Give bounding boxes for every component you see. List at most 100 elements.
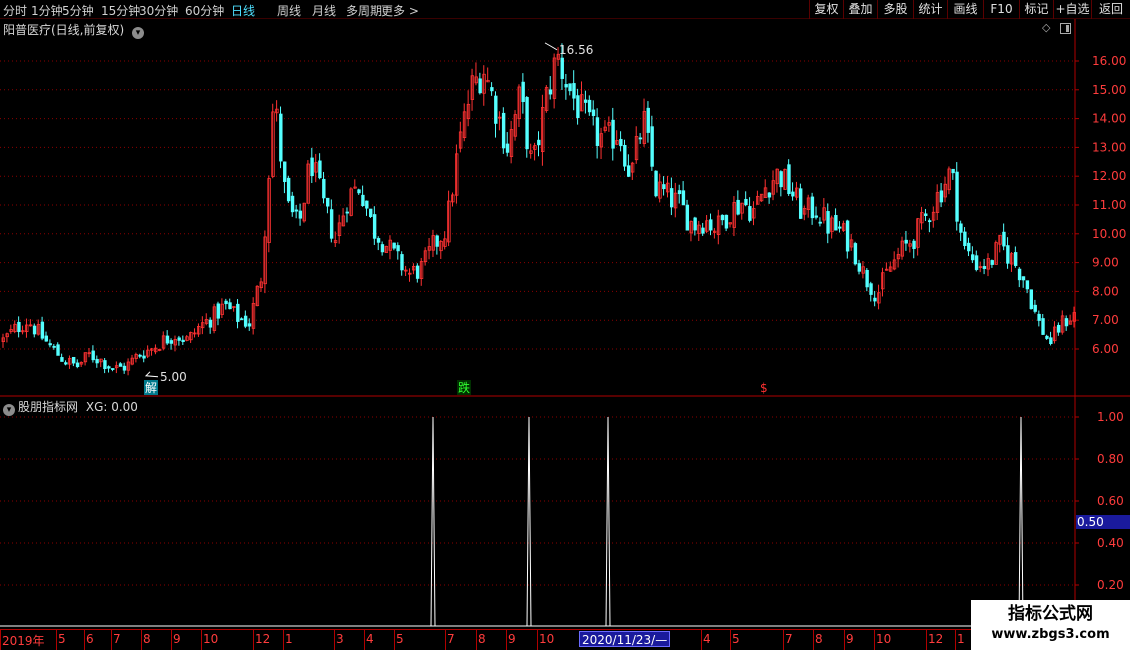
candle-body (1025, 280, 1030, 290)
candle-body (415, 265, 420, 279)
date-tick (111, 630, 112, 650)
tool-button-7[interactable]: +自选 (1053, 0, 1091, 19)
candle-body (357, 189, 361, 194)
date-tick (874, 630, 875, 650)
period-tab-8[interactable]: 月线 (312, 2, 336, 19)
candle-body (392, 242, 396, 249)
date-tick (394, 630, 395, 650)
candle-body (736, 199, 740, 215)
tool-button-5[interactable]: F10 (983, 0, 1019, 19)
date-tick (537, 630, 538, 650)
xg-signal-spike (526, 416, 532, 627)
date-label: 12 (255, 632, 271, 646)
period-tab-9[interactable]: 多周期 (346, 2, 382, 19)
candle-body (322, 178, 326, 199)
candle-body (247, 323, 252, 327)
candle-body (924, 213, 928, 216)
candle-body (369, 208, 373, 217)
candle-body (505, 143, 510, 153)
candle-body (279, 113, 283, 162)
candle-body (904, 239, 908, 244)
tool-button-6[interactable]: 标记 (1019, 0, 1053, 19)
date-tick (0, 630, 1, 650)
candle-body (1002, 231, 1006, 247)
period-tab-0[interactable]: 分时 (3, 2, 27, 19)
date-tick (813, 630, 814, 650)
low-price-label: 5.00 (160, 370, 187, 384)
period-tab-6[interactable]: 日线 (231, 2, 255, 19)
date-axis-bar: 2019年 5 6 7 8 9 10 12 1 3 4 5 7 8 9 10 4 5 7 8 9 10 12 1 2020/11… (0, 629, 1130, 650)
candle-body (1064, 318, 1069, 327)
candle-body (138, 354, 142, 357)
price-tick-label: 9.00 (1092, 256, 1119, 270)
date-label: 10 (539, 632, 555, 646)
date-tick (506, 630, 507, 650)
candle-body (1013, 252, 1018, 266)
candle-body (361, 194, 365, 207)
candle-body (1056, 324, 1061, 333)
candle-body (838, 226, 842, 229)
period-tab-7[interactable]: 周线 (277, 2, 301, 19)
candle-body (677, 190, 682, 195)
date-label: 9 (846, 632, 854, 646)
date-tick (701, 630, 702, 650)
candle-body (681, 190, 686, 206)
candle-body (560, 57, 564, 79)
candle-body (400, 254, 404, 271)
tool-button-0[interactable]: 复权 (809, 0, 843, 19)
candle-body (791, 191, 795, 197)
candle-body (779, 171, 783, 188)
tool-button-1[interactable]: 叠加 (843, 0, 877, 19)
date-tick (955, 630, 956, 650)
period-tab-4[interactable]: 30分钟 (139, 2, 178, 19)
tool-button-3[interactable]: 统计 (913, 0, 947, 19)
price-tick-label: 13.00 (1092, 140, 1126, 154)
period-tab-5[interactable]: 60分钟 (185, 2, 224, 19)
date-label: 9 (508, 632, 516, 646)
candle-body (521, 81, 525, 103)
candle-body (865, 269, 869, 288)
candle-body (951, 168, 955, 174)
date-label: 7 (785, 632, 793, 646)
candle-body (1041, 318, 1045, 335)
date-tick (56, 630, 57, 650)
date-label: 1 (285, 632, 293, 646)
tool-button-8[interactable]: 返回 (1091, 0, 1130, 19)
candle-body (701, 227, 705, 234)
candle-body (814, 215, 819, 218)
high-pointer (544, 42, 558, 51)
watermark-url: www.zbgs3.com (991, 627, 1110, 642)
candle-body (228, 302, 232, 310)
candle-body (548, 89, 553, 95)
period-tab-2[interactable]: 5分钟 (62, 2, 94, 19)
candle-body (326, 197, 330, 207)
price-tick-label: 12.00 (1092, 169, 1126, 183)
candle-body (990, 260, 994, 265)
event-marker-2[interactable]: $ (759, 380, 773, 395)
candle-body (619, 138, 623, 147)
candle-body (955, 171, 959, 222)
candle-body (685, 204, 690, 231)
candle-body (1029, 289, 1034, 310)
price-tick-label: 8.00 (1092, 284, 1119, 298)
candle-body (71, 356, 76, 364)
tool-button-2[interactable]: 多股 (877, 0, 913, 19)
watermark-title: 指标公式网 (1008, 604, 1093, 624)
candle-body (845, 220, 850, 252)
tool-button-4[interactable]: 画线 (947, 0, 983, 19)
period-tab-3[interactable]: 15分钟 (101, 2, 140, 19)
date-label: 10 (876, 632, 892, 646)
candle-body (236, 303, 240, 322)
candle-body (869, 283, 873, 295)
event-marker-0[interactable]: 解 (144, 380, 158, 395)
period-tab-10[interactable]: 更多 > (381, 2, 419, 19)
period-tab-1[interactable]: 1分钟 (31, 2, 63, 19)
event-marker-1[interactable]: 跌 (457, 380, 471, 395)
price-tick-label: 7.00 (1092, 313, 1119, 327)
candle-body (376, 238, 381, 243)
candles (1, 43, 1076, 376)
candle-body (826, 211, 830, 234)
kline-chart-area[interactable]: 16.00 15.00 14.00 13.00 12.00 11.00 10.00 9.00 8… (0, 19, 1130, 629)
candle-body (1049, 337, 1053, 345)
date-label: 7 (113, 632, 121, 646)
